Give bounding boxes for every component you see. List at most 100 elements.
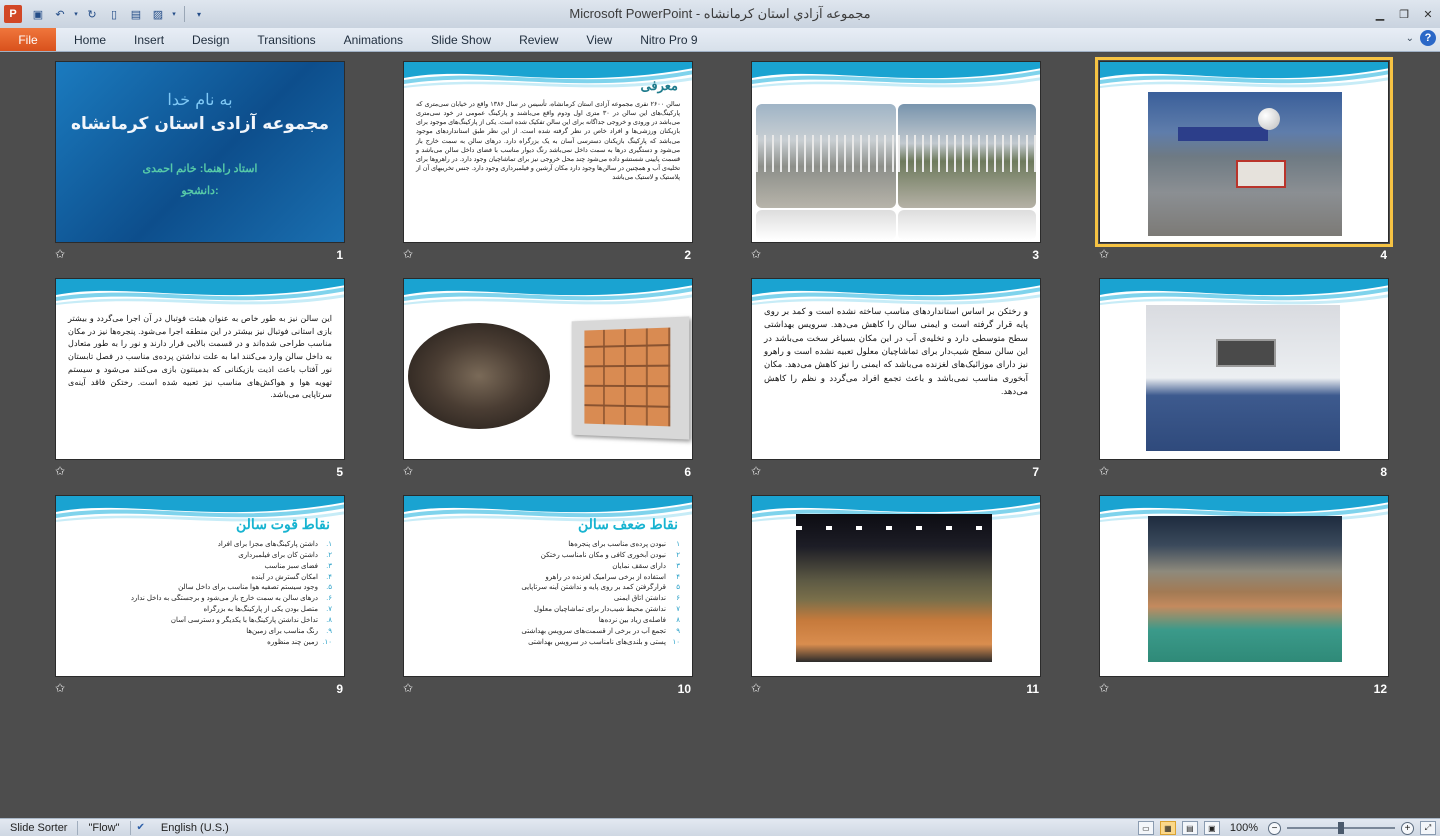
zoom-slider[interactable] [1287, 821, 1395, 835]
wave-decoration [1100, 62, 1389, 92]
slide-number: 10 [678, 682, 691, 696]
slide-7[interactable]: و رختکن بر اساس استانداردهای مناسب ساخته… [751, 278, 1041, 460]
slide-thumbnail-10[interactable]: نقاط ضعف سالن ۱نبودن پرده‌ی مناسب برای پ… [403, 495, 693, 699]
tab-review[interactable]: Review [505, 28, 572, 51]
slide-thumbnail-1[interactable]: به نام خدا مجموعه آزادی استان کرمانشاه ا… [55, 61, 345, 265]
slide-number: 5 [336, 465, 343, 479]
tab-home[interactable]: Home [60, 28, 120, 51]
transition-star-icon[interactable]: ✩ [403, 247, 413, 261]
list-item: ۷.متصل بودن یکی از پارکینگ‌ها به بزرگراه [68, 605, 332, 616]
zoom-level[interactable]: 100% [1226, 819, 1262, 836]
gate-photo [756, 104, 896, 208]
tab-nitro-pro[interactable]: Nitro Pro 9 [626, 28, 711, 51]
transition-star-icon[interactable]: ✩ [55, 681, 65, 695]
fit-to-window-icon[interactable]: ⤢ [1420, 821, 1436, 835]
list-item: ۸فاصله‌ی زیاد بین نرده‌ها [416, 616, 680, 627]
zoom-out-icon[interactable]: − [1268, 822, 1281, 835]
close-icon[interactable]: ✕ [1416, 0, 1440, 28]
list-item: ۲.داشتن کان برای فیلمبرداری [68, 551, 332, 562]
picture-icon[interactable]: ▨ [148, 4, 168, 24]
transition-star-icon[interactable]: ✩ [403, 681, 413, 695]
tab-animations[interactable]: Animations [330, 28, 417, 51]
slide-thumbnail-8[interactable]: ✩ 8 [1099, 278, 1389, 482]
slide-thumbnail-5[interactable]: این سالن نیز به طور خاص به عنوان هیئت فو… [55, 278, 345, 482]
slide-thumbnail-11[interactable]: ✩ 11 [751, 495, 1041, 699]
slide-title-line1: به نام خدا [56, 90, 344, 109]
tab-insert[interactable]: Insert [120, 28, 178, 51]
quick-access-toolbar: P ▣ ↶ ▾ ↻ ▯ ▤ ▨ ▾ ▾ [0, 0, 211, 28]
slide-11[interactable] [751, 495, 1041, 677]
slide-number: 9 [336, 682, 343, 696]
minimize-icon[interactable]: ▁ [1368, 0, 1392, 28]
slide-sorter-view-icon[interactable]: ▦ [1160, 821, 1176, 835]
slide-4[interactable] [1099, 61, 1389, 243]
language-indicator[interactable]: English (U.S.) [151, 819, 239, 836]
slide-thumbnail-7[interactable]: و رختکن بر اساس استانداردهای مناسب ساخته… [751, 278, 1041, 482]
list-item: ۹.رنگ مناسب برای زمین‌ها [68, 627, 332, 638]
transition-star-icon[interactable]: ✩ [1099, 464, 1109, 478]
save-icon[interactable]: ▣ [28, 4, 48, 24]
powerpoint-logo-icon[interactable]: P [4, 5, 22, 23]
slide-12[interactable] [1099, 495, 1389, 677]
photo-reflection [898, 210, 1036, 240]
slide-1[interactable]: به نام خدا مجموعه آزادی استان کرمانشاه ا… [55, 61, 345, 243]
slide-10[interactable]: نقاط ضعف سالن ۱نبودن پرده‌ی مناسب برای پ… [403, 495, 693, 677]
new-document-icon[interactable]: ▯ [104, 4, 124, 24]
slide-thumbnail-3[interactable]: ✩ 3 [751, 61, 1041, 265]
transition-star-icon[interactable]: ✩ [403, 464, 413, 478]
slide-thumbnail-9[interactable]: نقاط قوت سالن ۱.داشتن پارکینگ‌های مجزا ب… [55, 495, 345, 699]
transition-star-icon[interactable]: ✩ [55, 464, 65, 478]
normal-view-icon[interactable]: ▭ [1138, 821, 1154, 835]
football-icon [1258, 108, 1280, 130]
list-item: ۳.فضای سبز مناسب [68, 562, 332, 573]
list-item: ۳دارای سقف نمایان [416, 562, 680, 573]
list-item: ۹تجمع آب در برخی از قسمت‌های سرویس بهداش… [416, 627, 680, 638]
tab-slide-show[interactable]: Slide Show [417, 28, 505, 51]
zoom-in-icon[interactable]: + [1401, 822, 1414, 835]
slide-thumbnail-4[interactable]: ✩ 4 [1099, 61, 1389, 265]
spell-check-icon[interactable]: ✔ [131, 819, 151, 836]
transition-star-icon[interactable]: ✩ [1099, 681, 1109, 695]
washroom-photo [1146, 305, 1340, 451]
transition-star-icon[interactable]: ✩ [751, 681, 761, 695]
tab-view[interactable]: View [572, 28, 626, 51]
list-item: ۵قرارگرفتن کمد بر روی پایه و نداشتن آینه… [416, 583, 680, 594]
slide-6[interactable] [403, 278, 693, 460]
slide-8[interactable] [1099, 278, 1389, 460]
slide-3[interactable] [751, 61, 1041, 243]
slide-5[interactable]: این سالن نیز به طور خاص به عنوان هیئت فو… [55, 278, 345, 460]
slide-number: 8 [1380, 465, 1387, 479]
picture-dropdown-icon[interactable]: ▾ [170, 4, 178, 24]
slideshow-view-icon[interactable]: ▣ [1204, 821, 1220, 835]
expand-ribbon-icon[interactable]: ⌄ [1406, 33, 1414, 44]
reading-view-icon[interactable]: ▤ [1182, 821, 1198, 835]
help-icon[interactable]: ? [1420, 30, 1436, 46]
tab-design[interactable]: Design [178, 28, 243, 51]
redo-icon[interactable]: ↻ [82, 4, 102, 24]
slide-9[interactable]: نقاط قوت سالن ۱.داشتن پارکینگ‌های مجزا ب… [55, 495, 345, 677]
transition-star-icon[interactable]: ✩ [55, 247, 65, 261]
restore-icon[interactable]: ❐ [1392, 0, 1416, 28]
transition-star-icon[interactable]: ✩ [751, 464, 761, 478]
slide-thumbnail-12[interactable]: ✩ 12 [1099, 495, 1389, 699]
tab-file[interactable]: File [0, 28, 56, 51]
undo-dropdown-icon[interactable]: ▾ [72, 4, 80, 24]
slide-title-line2: مجموعه آزادی استان کرمانشاه [56, 114, 344, 134]
slide-thumbnail-6[interactable]: ✩ 6 [403, 278, 693, 482]
list-item: ۴استفاده از برخی سرامیک لغزنده در راهرو [416, 573, 680, 584]
wave-decoration [752, 62, 1041, 92]
transition-star-icon[interactable]: ✩ [1099, 247, 1109, 261]
wave-decoration [404, 279, 693, 309]
slide-thumbnail-2[interactable]: معرفی سالن ۲۶۰۰ نفری مجموعه آزادی استان … [403, 61, 693, 265]
lockers-photo [572, 316, 690, 439]
tab-transitions[interactable]: Transitions [243, 28, 329, 51]
slide-2[interactable]: معرفی سالن ۲۶۰۰ نفری مجموعه آزادی استان … [403, 61, 693, 243]
transition-star-icon[interactable]: ✩ [751, 247, 761, 261]
undo-icon[interactable]: ↶ [50, 4, 70, 24]
slide-subtitle-line3: استاد راهنما: خانم احمدی [56, 162, 344, 175]
slide-body-text: سالن ۲۶۰۰ نفری مجموعه آزادی استان کرمانش… [416, 100, 680, 182]
open-icon[interactable]: ▤ [126, 4, 146, 24]
window-title: مجموعه آزادي استان كرمانشاه - Microsoft … [0, 6, 1440, 22]
zoom-thumb[interactable] [1338, 822, 1344, 834]
customize-toolbar-icon[interactable]: ▾ [189, 4, 209, 24]
